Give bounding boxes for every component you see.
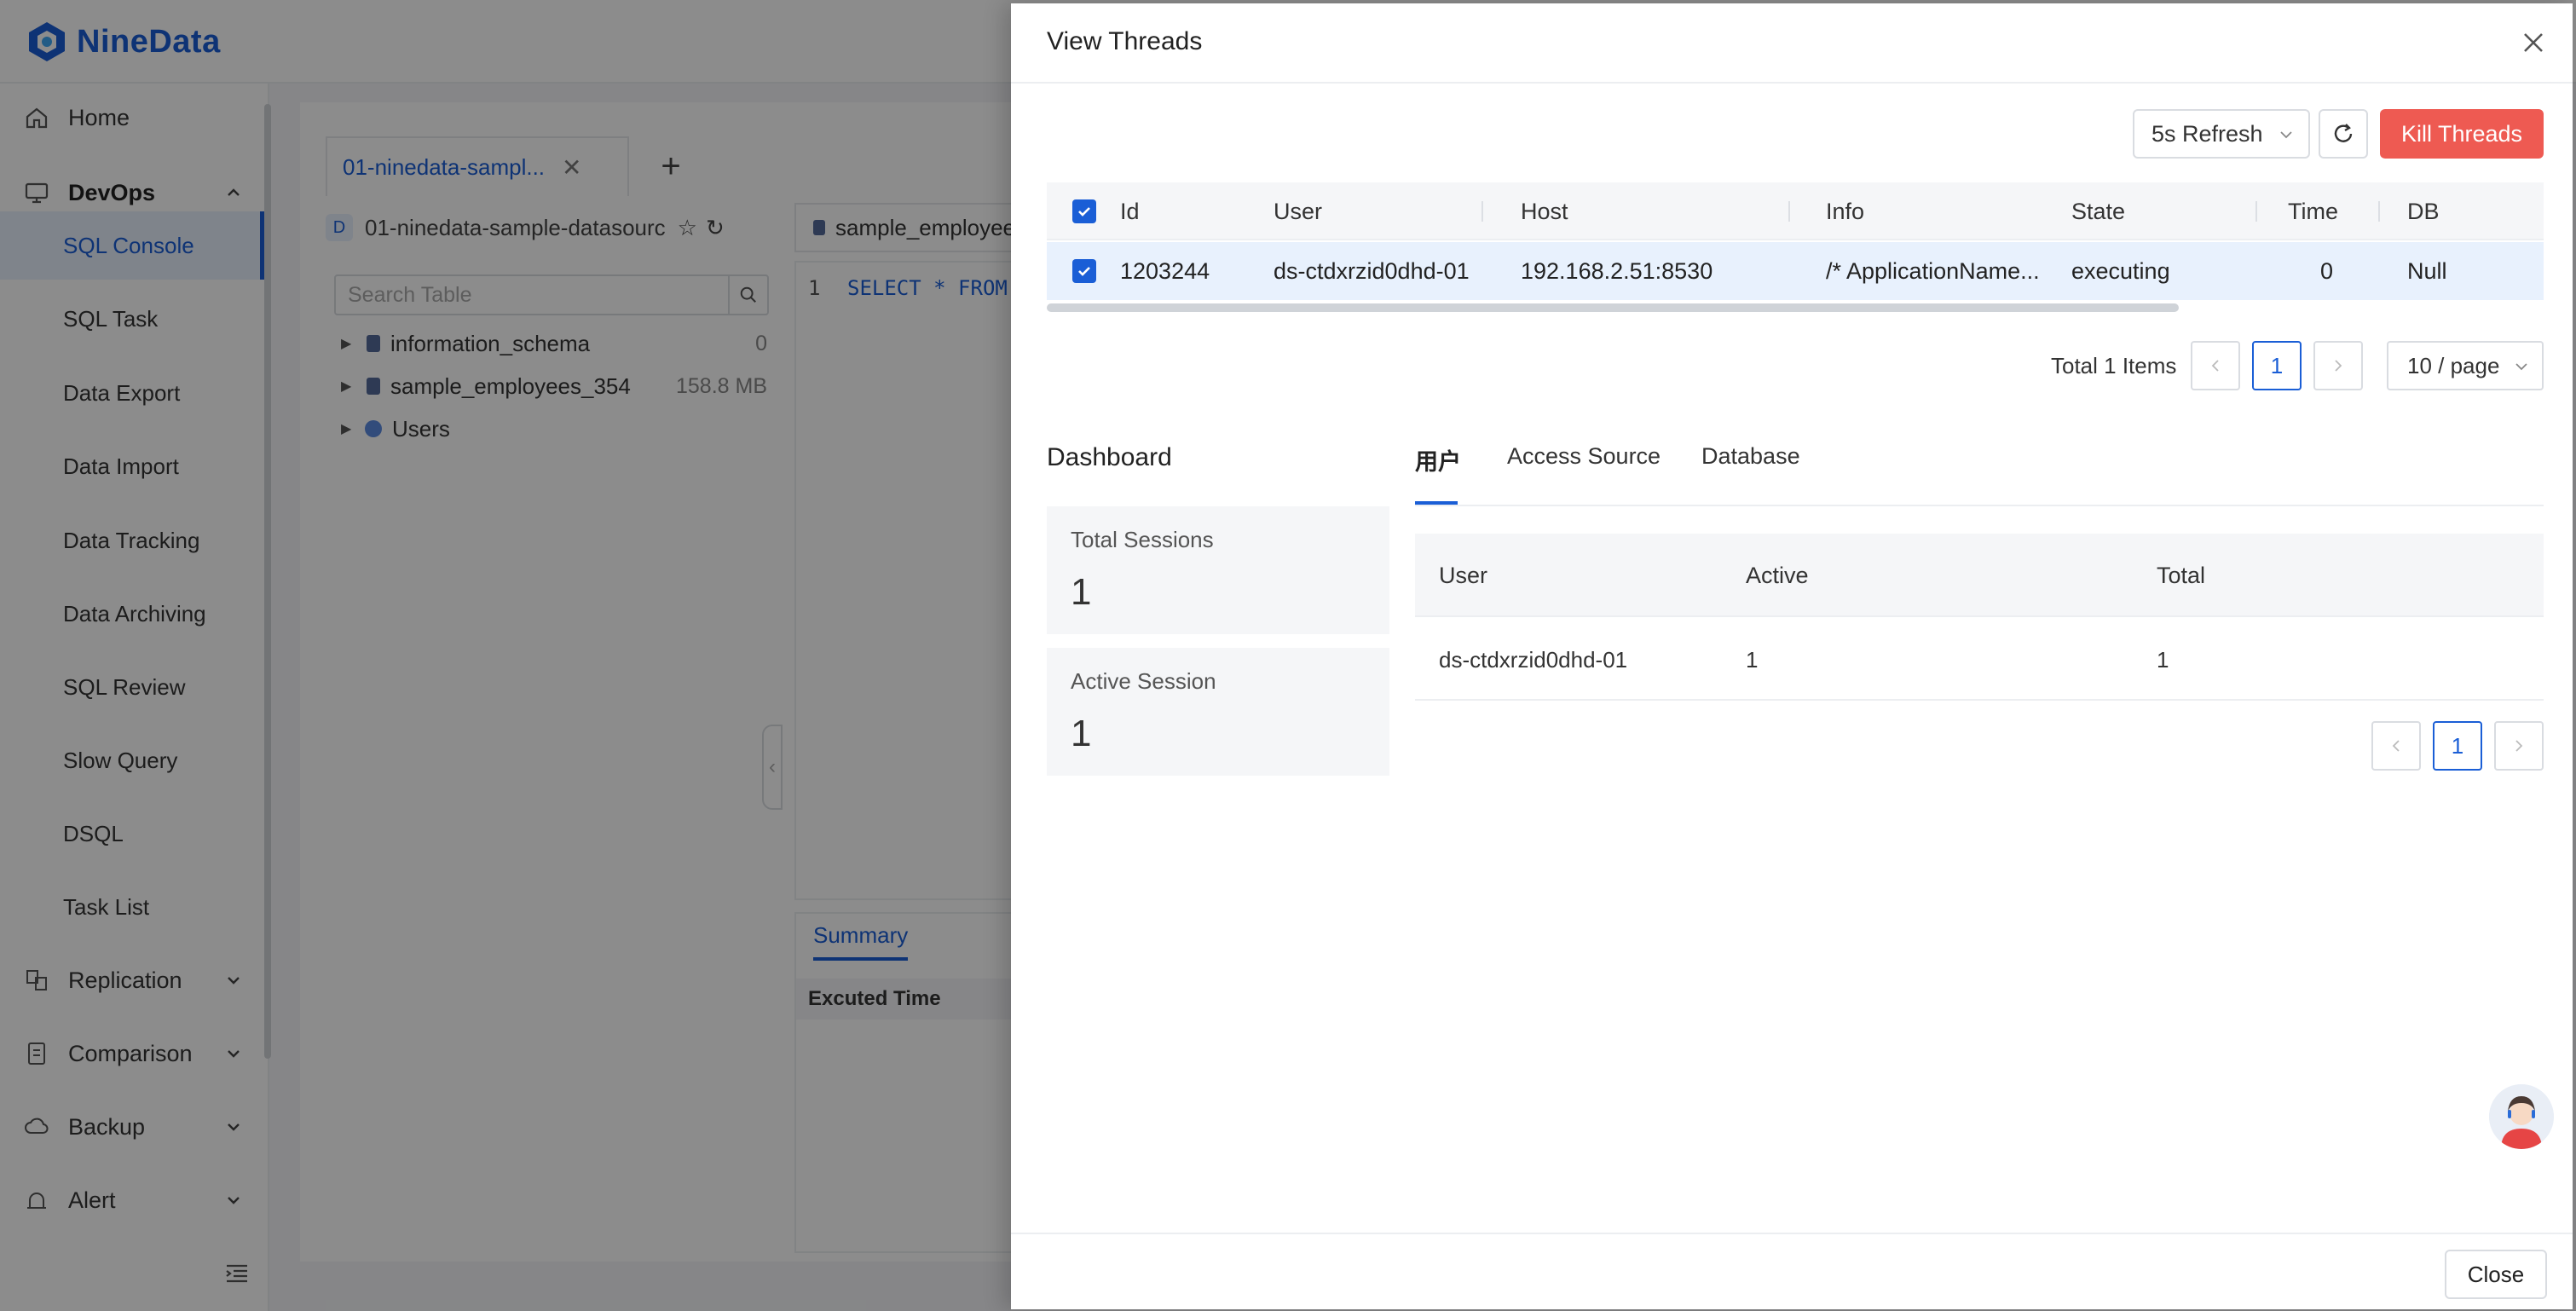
- next-page-button[interactable]: [2313, 341, 2363, 390]
- drawer-title: View Threads: [1047, 27, 1203, 55]
- thread-info: /* ApplicationName...: [1826, 257, 2040, 284]
- session-user: ds-ctdxrzid0dhd-01: [1439, 646, 1628, 673]
- active-tab-indicator: [1415, 501, 1458, 505]
- page-size-value: 10 / page: [2407, 352, 2500, 378]
- column-divider[interactable]: [2378, 201, 2380, 222]
- total-sessions-label: Total Sessions: [1071, 527, 1214, 552]
- dashboard-title: Dashboard: [1047, 443, 1172, 471]
- column-header-db: DB: [2407, 198, 2440, 224]
- page-size-select[interactable]: 10 / page: [2387, 341, 2544, 390]
- column-header-id: Id: [1120, 198, 1140, 224]
- tab-user[interactable]: 用户: [1415, 443, 1461, 476]
- column-header-time: Time: [2288, 198, 2338, 224]
- active-session-label: Active Session: [1071, 668, 1216, 694]
- table-header: User Active Total: [1415, 534, 2544, 617]
- prev-page-button[interactable]: [2191, 341, 2240, 390]
- close-icon[interactable]: [2518, 27, 2549, 58]
- kill-threads-button[interactable]: Kill Threads: [2380, 109, 2544, 159]
- refresh-interval-value: 5s Refresh: [2151, 120, 2263, 147]
- thread-host: 192.168.2.51:8530: [1521, 257, 1713, 284]
- active-session-value: 1: [1071, 713, 1092, 754]
- table-header: Id User Host Info State Time DB: [1047, 182, 2544, 240]
- row-checkbox[interactable]: [1072, 259, 1096, 283]
- column-divider[interactable]: [1481, 201, 1483, 222]
- threads-table: Id User Host Info State Time DB 1203244 …: [1047, 182, 2544, 319]
- chevron-left-icon: [2392, 740, 2400, 752]
- page-button-1[interactable]: 1: [2252, 341, 2302, 390]
- chevron-down-icon: [2515, 363, 2527, 371]
- horizontal-scrollbar[interactable]: [1047, 303, 2179, 312]
- session-total: 1: [2157, 646, 2169, 673]
- tab-database[interactable]: Database: [1701, 443, 1800, 470]
- column-header-user: User: [1274, 198, 1323, 224]
- total-sessions-value: 1: [1071, 571, 1092, 613]
- assistant-avatar-icon: [2489, 1084, 2554, 1149]
- support-assistant-avatar[interactable]: [2489, 1084, 2554, 1149]
- pagination-total: Total 1 Items: [2051, 352, 2177, 378]
- page-button-1[interactable]: 1: [2433, 721, 2482, 771]
- tab-divider: [1415, 505, 2544, 506]
- column-header-info: Info: [1826, 198, 1865, 224]
- check-icon: [1078, 207, 1090, 217]
- column-header-total: Total: [2157, 562, 2206, 588]
- chevron-right-icon: [2515, 740, 2523, 752]
- total-sessions-card: Total Sessions 1: [1047, 506, 1389, 634]
- active-session-card: Active Session 1: [1047, 648, 1389, 776]
- refresh-interval-select[interactable]: 5s Refresh: [2133, 109, 2310, 159]
- refresh-icon: [2334, 124, 2353, 142]
- chevron-down-icon: [2280, 131, 2292, 139]
- prev-page-button[interactable]: [2371, 721, 2421, 771]
- close-button[interactable]: Close: [2445, 1250, 2547, 1299]
- column-divider[interactable]: [2255, 201, 2257, 222]
- view-threads-drawer: View Threads 5s Refresh Kill Threads Id …: [1011, 3, 2573, 1309]
- thread-time: 0: [2320, 257, 2334, 284]
- thread-id: 1203244: [1120, 257, 1210, 284]
- thread-db: Null: [2407, 257, 2447, 284]
- refresh-button[interactable]: [2319, 109, 2368, 159]
- table-row[interactable]: ds-ctdxrzid0dhd-01 1 1: [1415, 619, 2544, 701]
- column-header-host: Host: [1521, 198, 1568, 224]
- thread-user: ds-ctdxrzid0dhd-01: [1274, 257, 1470, 284]
- session-active: 1: [1746, 646, 1759, 673]
- next-page-button[interactable]: [2494, 721, 2544, 771]
- chevron-right-icon: [2335, 360, 2342, 372]
- drawer-header: View Threads: [1011, 3, 2573, 84]
- tab-access-source[interactable]: Access Source: [1507, 443, 1661, 470]
- select-all-checkbox[interactable]: [1072, 199, 1096, 223]
- check-icon: [1078, 267, 1090, 276]
- column-divider[interactable]: [1788, 201, 1790, 222]
- drawer-footer: Close: [1011, 1233, 2573, 1309]
- thread-state: executing: [2071, 257, 2170, 284]
- column-header-state: State: [2071, 198, 2126, 224]
- column-header-active: Active: [1746, 562, 1809, 588]
- table-row[interactable]: 1203244 ds-ctdxrzid0dhd-01 192.168.2.51:…: [1047, 242, 2544, 300]
- chevron-left-icon: [2211, 360, 2219, 372]
- column-header-user: User: [1439, 562, 1488, 588]
